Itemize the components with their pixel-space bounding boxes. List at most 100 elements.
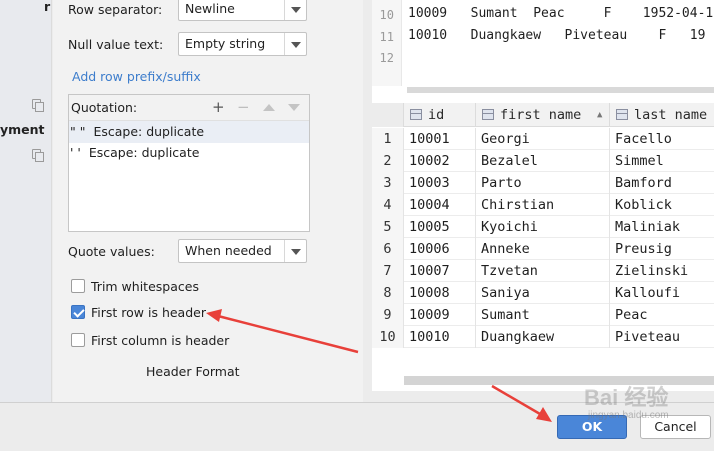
remove-icon[interactable]: − [237, 98, 250, 116]
first-name-cell[interactable]: Saniya [476, 282, 610, 304]
chevron-down-icon [284, 33, 306, 55]
quotation-item[interactable]: " " Escape: duplicate [69, 121, 309, 143]
first-name-cell[interactable]: Parto [476, 172, 610, 194]
first-row-header-label[interactable]: First row is header [91, 305, 206, 320]
ok-button[interactable]: OK [557, 415, 627, 439]
table-row[interactable]: 1 10001 Georgi Facello [372, 128, 714, 150]
sort-icon[interactable]: ▲ [597, 103, 602, 127]
code-line: 10009 Sumant Peac F 1952-04-19 [408, 6, 714, 21]
table-row[interactable]: 2 10002 Bezalel Simmel [372, 150, 714, 172]
chevron-down-icon [284, 0, 306, 20]
copy-icon[interactable] [32, 99, 44, 112]
row-separator-value: Newline [185, 1, 235, 16]
trim-whitespaces-checkbox[interactable] [71, 279, 85, 293]
table-row[interactable]: 10 10010 Duangkaew Piveteau [372, 326, 714, 348]
id-cell[interactable]: 10009 [404, 304, 476, 326]
last-name-cell[interactable]: Facello [610, 128, 714, 150]
line-number: 12 [379, 51, 394, 65]
id-cell[interactable]: 10004 [404, 194, 476, 216]
column-name: id [428, 107, 445, 123]
id-cell[interactable]: 10006 [404, 238, 476, 260]
row-number-cell[interactable]: 2 [372, 150, 404, 172]
move-up-icon[interactable] [263, 104, 275, 111]
move-down-icon[interactable] [288, 104, 300, 111]
quotation-list: Quotation: + − " " Escape: duplicate ' '… [68, 94, 310, 232]
last-name-cell[interactable]: Koblick [610, 194, 714, 216]
editor-horizontal-scrollbar[interactable] [407, 87, 714, 93]
row-number-header [372, 103, 404, 127]
csv-settings-panel: Row separator: Newline Null value text: … [53, 0, 363, 402]
row-number-cell[interactable]: 8 [372, 282, 404, 304]
table-row[interactable]: 3 10003 Parto Bamford [372, 172, 714, 194]
sidebar-text-top: r [44, 0, 51, 14]
grid-header: id first name ▲ last name [372, 103, 714, 127]
id-cell[interactable]: 10003 [404, 172, 476, 194]
quote-values-value: When needed [185, 243, 272, 258]
cancel-button[interactable]: Cancel [640, 415, 711, 439]
row-separator-select[interactable]: Newline [178, 0, 307, 21]
quote-values-select[interactable]: When needed [178, 239, 307, 263]
last-name-cell[interactable]: Simmel [610, 150, 714, 172]
row-number-cell[interactable]: 3 [372, 172, 404, 194]
id-cell[interactable]: 10005 [404, 216, 476, 238]
first-name-cell[interactable]: Bezalel [476, 150, 610, 172]
first-column-header-label[interactable]: First column is header [91, 333, 229, 348]
table-row[interactable]: 6 10006 Anneke Preusig [372, 238, 714, 260]
text-preview-editor[interactable]: 10 10009 Sumant Peac F 1952-04-19 11 100… [372, 0, 714, 97]
copy-icon[interactable] [32, 149, 44, 162]
null-value-select[interactable]: Empty string [178, 32, 307, 56]
table-row[interactable]: 4 10004 Chirstian Koblick [372, 194, 714, 216]
quotation-item[interactable]: ' ' Escape: duplicate [69, 142, 309, 164]
left-sidebar: r yment [0, 0, 52, 402]
column-icon [616, 109, 628, 120]
first-column-header-checkbox[interactable] [71, 333, 85, 347]
first-name-cell[interactable]: Anneke [476, 238, 610, 260]
table-row[interactable]: 7 10007 Tzvetan Zielinski [372, 260, 714, 282]
dialog-button-bar: OK Cancel [0, 402, 714, 451]
id-cell[interactable]: 10001 [404, 128, 476, 150]
trim-whitespaces-label[interactable]: Trim whitespaces [91, 279, 199, 294]
table-row[interactable]: 8 10008 Saniya Kalloufi [372, 282, 714, 304]
first-name-cell[interactable]: Sumant [476, 304, 610, 326]
last-name-cell[interactable]: Bamford [610, 172, 714, 194]
table-row[interactable]: 9 10009 Sumant Peac [372, 304, 714, 326]
row-number-cell[interactable]: 5 [372, 216, 404, 238]
first-row-header-checkbox[interactable] [71, 305, 85, 319]
id-cell[interactable]: 10002 [404, 150, 476, 172]
code-line: 10010 Duangkaew Piveteau F 19 [408, 28, 706, 43]
null-value-label: Null value text: [68, 37, 164, 52]
id-cell[interactable]: 10010 [404, 326, 476, 348]
id-cell[interactable]: 10008 [404, 282, 476, 304]
id-cell[interactable]: 10007 [404, 260, 476, 282]
first-name-cell[interactable]: Chirstian [476, 194, 610, 216]
table-row[interactable]: 5 10005 Kyoichi Maliniak [372, 216, 714, 238]
line-number: 11 [379, 30, 394, 44]
row-number-cell[interactable]: 1 [372, 128, 404, 150]
last-name-cell[interactable]: Peac [610, 304, 714, 326]
row-number-cell[interactable]: 7 [372, 260, 404, 282]
first-name-cell[interactable]: Tzvetan [476, 260, 610, 282]
row-number-cell[interactable]: 4 [372, 194, 404, 216]
grid-horizontal-scrollbar[interactable] [404, 376, 714, 385]
last-name-cell[interactable]: Maliniak [610, 216, 714, 238]
column-header-last-name[interactable]: last name [610, 103, 714, 127]
last-name-cell[interactable]: Kalloufi [610, 282, 714, 304]
result-grid[interactable]: id first name ▲ last name 1 10001 Georgi Fa… [372, 97, 714, 391]
first-name-cell[interactable]: Kyoichi [476, 216, 610, 238]
quotation-toolbar: Quotation: + − [69, 95, 309, 121]
column-header-first-name[interactable]: first name ▲ [476, 103, 610, 127]
row-number-cell[interactable]: 6 [372, 238, 404, 260]
last-name-cell[interactable]: Preusig [610, 238, 714, 260]
row-number-cell[interactable]: 10 [372, 326, 404, 348]
add-icon[interactable]: + [212, 98, 225, 116]
column-icon [410, 109, 422, 120]
quote-chars: ' ' [70, 145, 81, 160]
last-name-cell[interactable]: Piveteau [610, 326, 714, 348]
first-name-cell[interactable]: Georgi [476, 128, 610, 150]
add-row-prefix-link[interactable]: Add row prefix/suffix [72, 69, 201, 84]
first-name-cell[interactable]: Duangkaew [476, 326, 610, 348]
last-name-cell[interactable]: Zielinski [610, 260, 714, 282]
null-value-value: Empty string [185, 36, 266, 51]
column-header-id[interactable]: id [404, 103, 476, 127]
row-number-cell[interactable]: 9 [372, 304, 404, 326]
